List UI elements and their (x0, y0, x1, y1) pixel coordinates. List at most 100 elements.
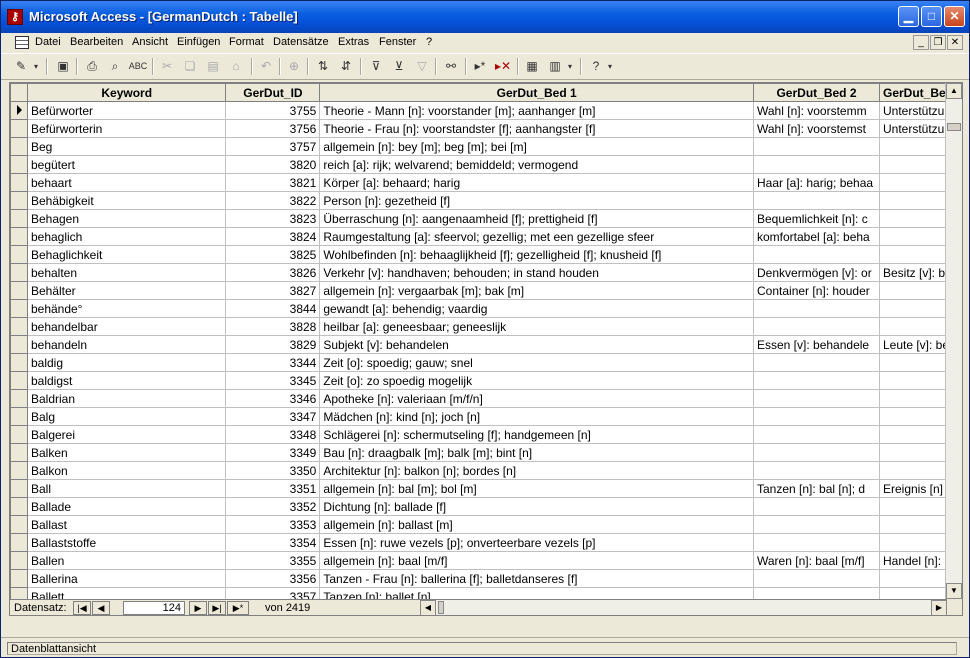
sort-descending-icon[interactable]: ⇵ (336, 57, 356, 76)
child-close-button[interactable]: ✕ (947, 35, 963, 50)
cell-bed-2[interactable] (753, 317, 880, 336)
cell-bed-1[interactable]: Subjekt [v]: behandelen (319, 335, 754, 354)
cell-keyword[interactable]: behaart (26, 173, 227, 192)
cell-keyword[interactable]: Ballade (26, 497, 227, 516)
horizontal-scroll-thumb[interactable] (438, 601, 444, 614)
menu-ansicht[interactable]: Ansicht (132, 36, 168, 48)
table-row[interactable]: Behälter 3827 allgemein [n]: vergaarbak [m… (10, 281, 962, 300)
filter-by-form-icon[interactable]: ⊻ (389, 57, 409, 76)
cell-gerdut-id[interactable]: 3345 (225, 371, 321, 390)
record-selector[interactable] (10, 245, 28, 264)
cell-keyword[interactable]: behände° (26, 299, 227, 318)
cell-gerdut-id[interactable]: 3829 (225, 335, 321, 354)
table-row[interactable]: baldig 3344 Zeit [o]: spoedig; gauw; snel (10, 353, 962, 372)
cell-gerdut-id[interactable]: 3757 (225, 137, 321, 156)
cell-gerdut-id[interactable]: 3755 (225, 101, 321, 120)
menu-datensaetze[interactable]: Datensätze (273, 36, 329, 48)
apply-filter-icon[interactable]: ▽ (412, 57, 432, 76)
menu-einfuegen[interactable]: Einfügen (177, 36, 220, 48)
column-header-bed-1[interactable]: GerDut_Bed 1 (319, 83, 754, 102)
cell-gerdut-id[interactable]: 3349 (225, 443, 321, 462)
cell-bed-1[interactable]: Zeit [o]: spoedig; gauw; snel (319, 353, 754, 372)
table-row[interactable]: baldigst 3345 Zeit [o]: zo spoedig mogelij… (10, 371, 962, 390)
cell-gerdut-id[interactable]: 3353 (225, 515, 321, 534)
help-icon[interactable]: ? (586, 57, 606, 76)
datasheet-icon[interactable] (15, 36, 29, 49)
table-row[interactable]: behaglich 3824 Raumgestaltung [a]: sfeervo… (10, 227, 962, 246)
record-selector[interactable] (10, 335, 28, 354)
cell-bed-2[interactable] (753, 137, 880, 156)
cell-bed-2[interactable] (753, 245, 880, 264)
cell-keyword[interactable]: begütert (26, 155, 227, 174)
table-row[interactable]: begütert 3820 reich [a]: rijk; welvarend; … (10, 155, 962, 174)
new-record-nav-icon[interactable]: ▶* (227, 601, 249, 615)
cell-bed-1[interactable]: allgemein [n]: baal [m/f] (319, 551, 754, 570)
cell-keyword[interactable]: Befürworterin (26, 119, 227, 138)
table-row[interactable]: Befürworterin 3756 Theorie - Frau [n]: voo… (10, 119, 962, 138)
cell-bed-1[interactable]: Theorie - Frau [n]: voorstandster [f]; a… (319, 119, 754, 138)
cell-gerdut-id[interactable]: 3756 (225, 119, 321, 138)
cell-bed-1[interactable]: Überraschung [n]: aangenaamheid [f]; pre… (319, 209, 754, 228)
child-restore-button[interactable]: ❐ (930, 35, 946, 50)
cell-gerdut-id[interactable]: 3828 (225, 317, 321, 336)
cell-bed-1[interactable]: Theorie - Mann [n]: voorstander [m]; aan… (319, 101, 754, 120)
save-icon[interactable]: ▣ (53, 57, 73, 76)
cell-bed-2[interactable] (753, 461, 880, 480)
cell-bed-1[interactable]: Dichtung [n]: ballade [f] (319, 497, 754, 516)
cell-bed-2[interactable] (753, 407, 880, 426)
help-dropdown-icon[interactable]: ▾ (605, 57, 615, 76)
column-header-gerdut-id[interactable]: GerDut_ID (225, 83, 321, 102)
cell-keyword[interactable]: Befürworter (26, 101, 227, 120)
menu-format[interactable]: Format (229, 36, 264, 48)
current-record-input[interactable]: 124 (123, 601, 185, 615)
table-row[interactable]: behandeln 3829 Subjekt [v]: behandelen Esse… (10, 335, 962, 354)
first-record-icon[interactable]: |◀ (73, 601, 91, 615)
menu-extras[interactable]: Extras (338, 36, 369, 48)
table-row[interactable]: Baldrian 3346 Apotheke [n]: valeriaan [m/f… (10, 389, 962, 408)
record-selector[interactable] (10, 281, 28, 300)
cell-bed-2[interactable] (753, 389, 880, 408)
cell-bed-2[interactable]: Waren [n]: baal [m/f] (753, 551, 880, 570)
cell-gerdut-id[interactable]: 3356 (225, 569, 321, 588)
menu-bearbeiten[interactable]: Bearbeiten (70, 36, 123, 48)
cell-keyword[interactable]: baldig (26, 353, 227, 372)
vertical-scrollbar[interactable]: ▲ ▼ (945, 83, 962, 599)
horizontal-scrollbar[interactable]: ◀ ▶ (420, 600, 947, 615)
table-row[interactable]: Balken 3349 Bau [n]: draagbalk [m]; balk [… (10, 443, 962, 462)
table-row[interactable]: Behagen 3823 Überraschung [n]: aangenaamhe… (10, 209, 962, 228)
cell-gerdut-id[interactable]: 3348 (225, 425, 321, 444)
previous-record-icon[interactable]: ◀ (92, 601, 110, 615)
record-selector[interactable] (10, 263, 28, 282)
cell-bed-2[interactable] (753, 497, 880, 516)
cell-bed-2[interactable]: komfortabel [a]: beha (753, 227, 880, 246)
record-selector[interactable] (10, 191, 28, 210)
cell-keyword[interactable]: behaglich (26, 227, 227, 246)
cell-bed-2[interactable] (753, 425, 880, 444)
cell-gerdut-id[interactable]: 3823 (225, 209, 321, 228)
scroll-up-icon[interactable]: ▲ (946, 83, 962, 99)
cell-bed-1[interactable]: Wohlbefinden [n]: behaaglijkheid [f]; ge… (319, 245, 754, 264)
cell-bed-2[interactable] (753, 515, 880, 534)
column-header-keyword[interactable]: Keyword (26, 83, 227, 102)
cell-keyword[interactable]: Ballaststoffe (26, 533, 227, 552)
table-row[interactable]: Ballaststoffe 3354 Essen [n]: ruwe vezels … (10, 533, 962, 552)
cell-keyword[interactable]: behalten (26, 263, 227, 282)
cell-bed-1[interactable]: Zeit [o]: zo spoedig mogelijk (319, 371, 754, 390)
select-all-corner[interactable] (10, 83, 28, 102)
print-preview-icon[interactable]: ⌕ (105, 57, 125, 76)
sort-ascending-icon[interactable]: ⇅ (313, 57, 333, 76)
cell-keyword[interactable]: Behagen (26, 209, 227, 228)
scroll-right-icon[interactable]: ▶ (931, 600, 947, 615)
cell-keyword[interactable]: Ballast (26, 515, 227, 534)
record-selector[interactable] (10, 173, 28, 192)
cell-bed-1[interactable]: Tanzen - Frau [n]: ballerina [f]; ballet… (319, 569, 754, 588)
cell-bed-1[interactable]: Apotheke [n]: valeriaan [m/f/n] (319, 389, 754, 408)
cell-gerdut-id[interactable]: 3344 (225, 353, 321, 372)
table-row[interactable]: Balg 3347 Mädchen [n]: kind [n]; joch [n] (10, 407, 962, 426)
cell-keyword[interactable]: Behäbigkeit (26, 191, 227, 210)
cell-bed-2[interactable]: Essen [v]: behandele (753, 335, 880, 354)
cell-bed-1[interactable]: Person [n]: gezetheid [f] (319, 191, 754, 210)
cell-keyword[interactable]: Balgerei (26, 425, 227, 444)
properties-icon[interactable]: ▦ (522, 57, 542, 76)
format-painter-icon[interactable]: ⌂ (226, 57, 246, 76)
